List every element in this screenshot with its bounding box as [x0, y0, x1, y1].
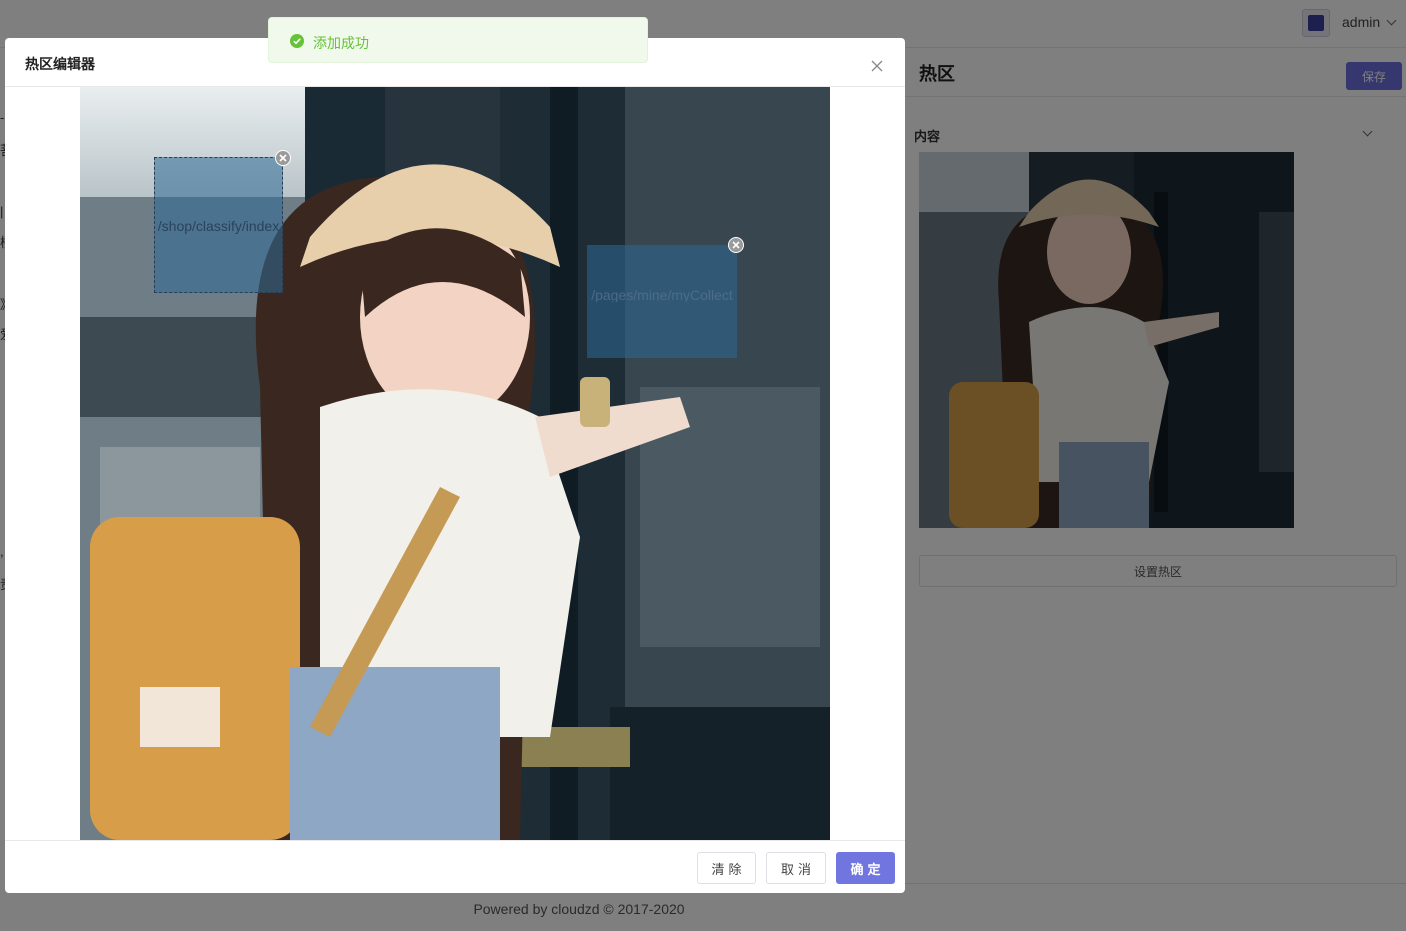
- clear-button[interactable]: 清除: [697, 852, 756, 884]
- hotzone-1[interactable]: /shop/classify/index: [154, 150, 291, 293]
- dialog-footer: 清除 取消 确定: [5, 840, 905, 893]
- hotzone-link: /pages/mine/myCollect: [591, 288, 733, 302]
- close-icon[interactable]: [865, 54, 889, 78]
- hotzone-canvas[interactable]: /shop/classify/index /pages/mine/myColle…: [80, 87, 830, 840]
- remove-hotzone-icon[interactable]: [275, 150, 291, 166]
- cancel-button[interactable]: 取消: [766, 852, 826, 884]
- dialog-title: 热区编辑器: [25, 56, 95, 72]
- hotzone-2[interactable]: /pages/mine/myCollect: [587, 237, 744, 358]
- hotzone-editor-dialog: 热区编辑器 /shop/classify/index /pages/mine/m…: [5, 38, 905, 893]
- confirm-button[interactable]: 确定: [836, 852, 895, 884]
- check-circle-icon: [290, 34, 304, 48]
- remove-hotzone-icon[interactable]: [728, 237, 744, 253]
- toast-message: 添加成功: [313, 35, 369, 51]
- hotzone-link: /shop/classify/index: [157, 218, 280, 234]
- success-toast: 添加成功: [268, 17, 648, 63]
